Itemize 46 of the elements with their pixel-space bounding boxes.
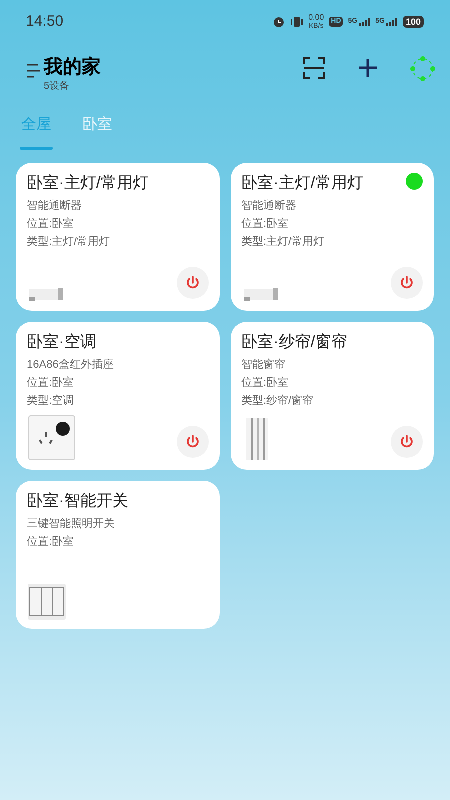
device-model: 智能通断器 <box>242 198 298 214</box>
device-type: 类型:纱帘/窗帘 <box>242 394 315 409</box>
power-button[interactable] <box>176 267 208 299</box>
device-name: 卧室·空调 <box>27 332 98 353</box>
device-card[interactable]: 卧室·纱帘/窗帘 智能窗帘 位置:卧室 类型:纱帘/窗帘 <box>230 322 434 470</box>
device-card[interactable]: 卧室·智能开关 三键智能照明开关 位置:卧室 <box>16 481 220 629</box>
device-location: 位置:卧室 <box>27 376 76 391</box>
vibrate-icon <box>290 16 304 28</box>
signal-icon <box>386 18 398 26</box>
device-type: 类型:主灯/常用灯 <box>27 234 112 250</box>
menu-icon[interactable] <box>26 62 40 78</box>
scan-icon[interactable] <box>303 57 325 79</box>
device-location: 位置:卧室 <box>242 376 290 391</box>
light-switch-icon <box>27 583 67 621</box>
device-name: 卧室·主灯/常用灯 <box>27 174 150 194</box>
device-type: 类型:空调 <box>27 394 76 409</box>
device-card[interactable]: 卧室·主灯/常用灯 智能通断器 位置:卧室 类型:主灯/常用灯 <box>230 163 434 311</box>
power-button[interactable] <box>391 267 423 299</box>
device-name: 卧室·纱帘/窗帘 <box>242 332 348 353</box>
device-count: 5设备 <box>44 80 71 94</box>
add-icon[interactable] <box>358 58 378 78</box>
power-icon <box>399 434 415 450</box>
device-location: 位置:卧室 <box>27 216 76 232</box>
wall-socket-icon <box>27 414 77 462</box>
device-model: 16A86盒红外插座 <box>27 358 115 373</box>
device-location: 位置:卧室 <box>242 216 290 232</box>
power-button[interactable] <box>391 426 423 458</box>
device-type: 类型:主灯/常用灯 <box>242 234 326 250</box>
device-model: 智能窗帘 <box>242 358 286 373</box>
network-speed-value: 0.00 <box>308 13 324 22</box>
power-icon <box>399 275 415 291</box>
device-name: 卧室·主灯/常用灯 <box>242 174 364 194</box>
alarm-icon <box>272 16 285 28</box>
device-name: 卧室·智能开关 <box>27 492 130 512</box>
power-icon <box>184 434 200 450</box>
device-model: 智能通断器 <box>27 198 83 214</box>
power-button[interactable] <box>176 426 208 458</box>
clock: 14:50 <box>26 12 64 32</box>
device-location: 位置:卧室 <box>27 534 76 550</box>
device-card[interactable]: 卧室·主灯/常用灯 智能通断器 位置:卧室 类型:主灯/常用灯 <box>16 163 220 311</box>
home-title: 我的家 <box>44 56 101 80</box>
signal-icon <box>358 18 371 26</box>
device-model: 三键智能照明开关 <box>27 516 116 532</box>
device-card[interactable]: 卧室·空调 16A86盒红外插座 位置:卧室 类型:空调 <box>16 322 220 470</box>
battery-indicator: 100 <box>402 16 424 28</box>
power-icon <box>184 275 200 291</box>
